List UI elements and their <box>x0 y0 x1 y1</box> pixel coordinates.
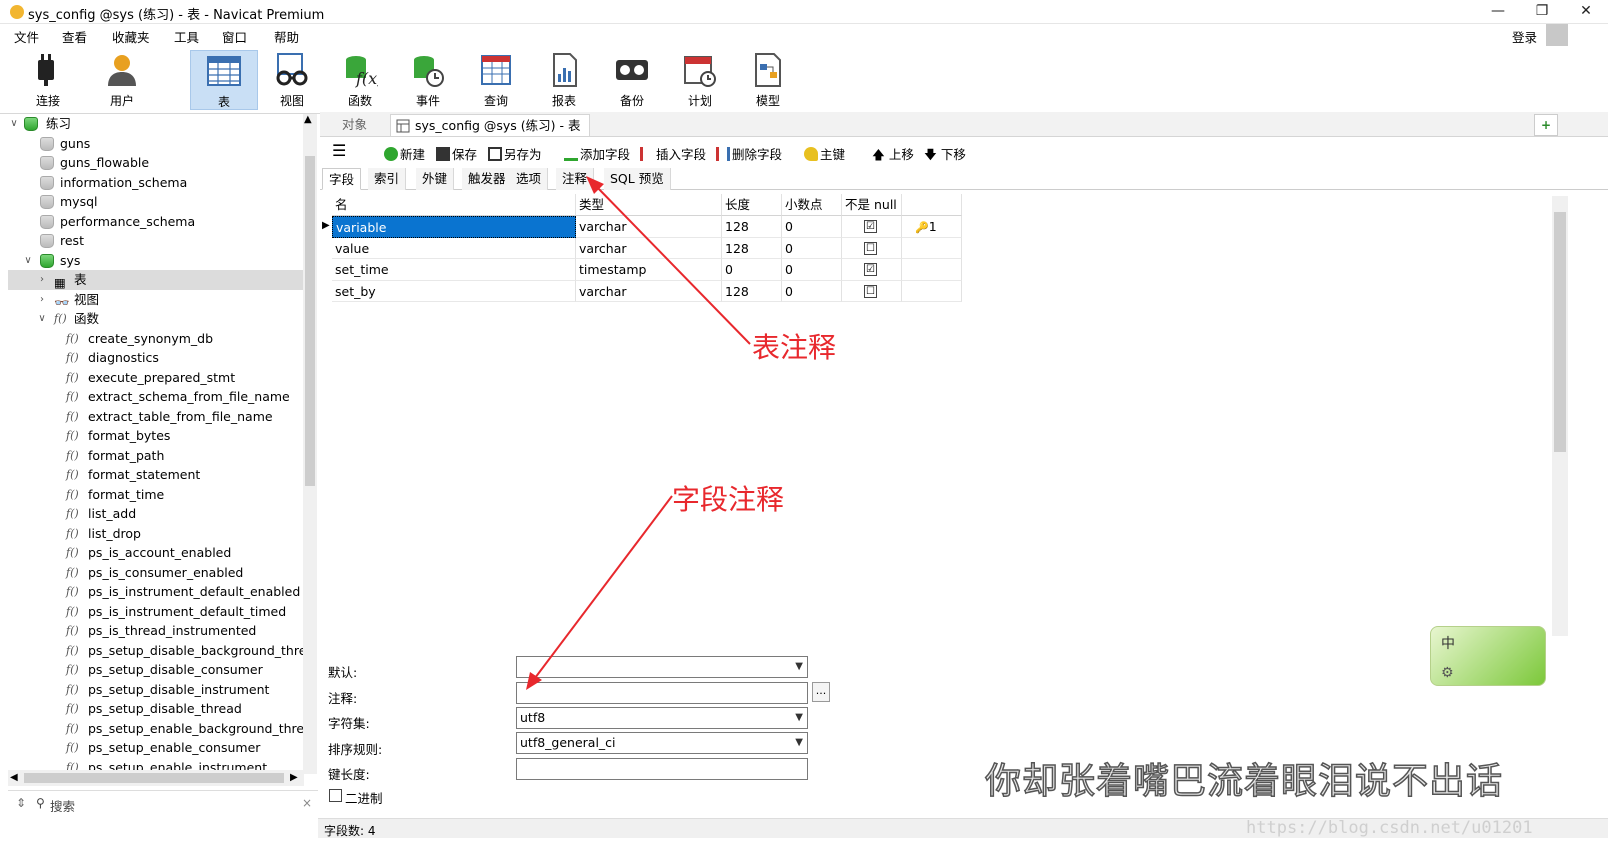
ime-mode-label: 中 <box>1441 636 1455 652</box>
watermark: https://blog.csdn.net/u01201 <box>1246 818 1533 838</box>
ime-widget[interactable]: 中 ⚙ <box>1430 626 1546 686</box>
field-comment-annotation: 字段注释 <box>672 483 785 516</box>
table-comment-annotation: 表注释 <box>752 331 837 364</box>
annotation-arrows <box>526 176 751 690</box>
video-caption: 你却张着嘴巴流着眼泪说不出话 <box>984 760 1504 803</box>
ime-gear-icon[interactable]: ⚙ <box>1441 665 1454 681</box>
